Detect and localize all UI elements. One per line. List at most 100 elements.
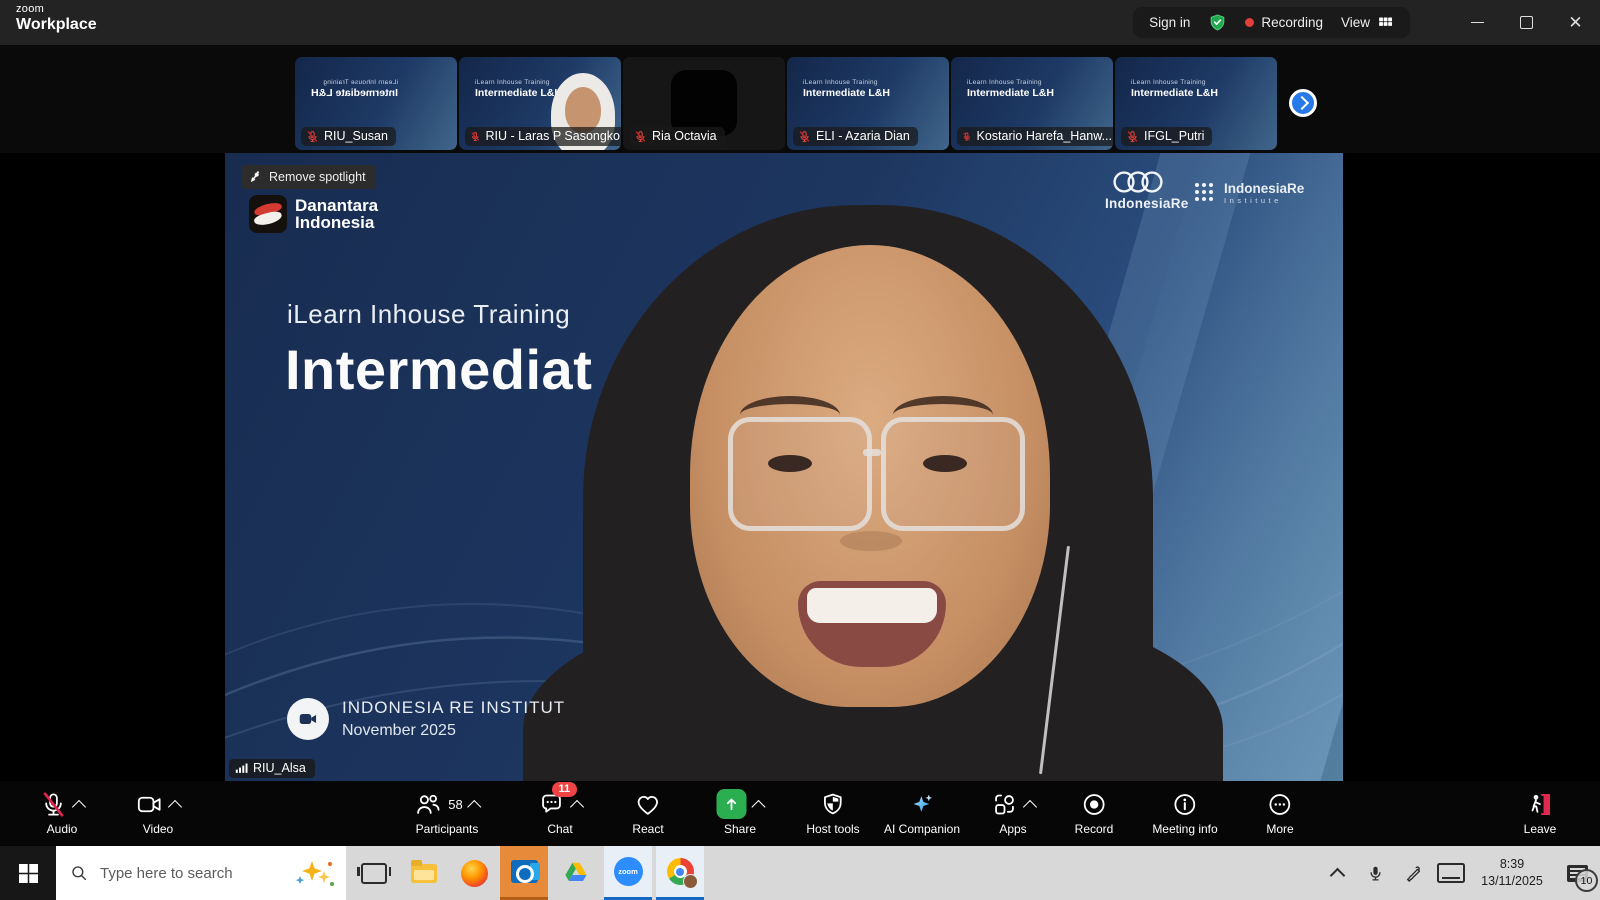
chrome-profile-avatar (683, 874, 698, 889)
participant-tile-riu-susan[interactable]: iLearn Inhouse Training Intermediate L&H… (295, 57, 457, 150)
zoom-app-button[interactable]: zoom (604, 846, 652, 900)
pin-icon (247, 170, 262, 185)
windows-taskbar: zoom 8:39 13/11/2025 (0, 846, 1600, 900)
taskbar-clock[interactable]: 8:39 13/11/2025 (1470, 856, 1554, 891)
slide-title-text: Intermediate L&H (967, 87, 1054, 99)
glasses (881, 417, 1025, 531)
chrome-button[interactable] (656, 846, 704, 900)
participant-tile-azaria[interactable]: iLearn Inhouse Training Intermediate L&H… (787, 57, 949, 150)
shared-slide-mirrored: iLearn Inhouse Training Intermediate L&H (311, 79, 398, 99)
record-icon (1081, 791, 1108, 818)
nose-shadow (840, 531, 902, 551)
clock-date: 13/11/2025 (1470, 873, 1554, 891)
start-button[interactable] (0, 846, 56, 900)
logo-zoom-text: zoom (16, 4, 97, 15)
participant-tile-ria[interactable]: Ria Octavia (623, 57, 785, 150)
recording-indicator[interactable]: Recording (1245, 15, 1323, 30)
hidden-icons-button[interactable] (1318, 866, 1356, 881)
sign-in-button[interactable]: Sign in (1149, 15, 1190, 30)
share-options-caret[interactable] (751, 799, 765, 813)
slide-small-text: iLearn Inhouse Training (311, 79, 398, 86)
participant-name-label: Ria Octavia (629, 127, 725, 146)
chat-button[interactable]: 11 Chat (538, 788, 582, 836)
participants-button[interactable]: 58 Participants (414, 788, 479, 836)
speaker-name-label: RIU_Alsa (229, 759, 315, 778)
tray-microphone-button[interactable] (1356, 864, 1394, 883)
ai-sparkle-icon (908, 791, 935, 818)
security-shield-icon (1208, 13, 1227, 32)
apps-options-caret[interactable] (1023, 799, 1037, 813)
muted-mic-icon (470, 130, 480, 143)
slide-footer: INDONESIA RE INSTITUT November 2025 (287, 698, 565, 740)
chat-options-caret[interactable] (570, 799, 584, 813)
slide-title-text: Intermediate L&H (1131, 87, 1218, 99)
audio-options-caret[interactable] (72, 799, 86, 813)
participant-tile-putri[interactable]: iLearn Inhouse Training Intermediate L&H… (1115, 57, 1277, 150)
leave-door-icon (1526, 791, 1553, 818)
dots-grid-icon (1193, 181, 1217, 205)
shared-slide: iLearn Inhouse Training Intermediate L&H (803, 79, 890, 99)
notification-count-badge: 10 (1575, 869, 1598, 892)
chat-unread-badge: 11 (552, 782, 577, 797)
clock-time: 8:39 (1470, 856, 1554, 874)
audio-button[interactable]: Audio (40, 788, 84, 836)
minimize-icon (1471, 22, 1484, 23)
microphone-icon (1367, 864, 1384, 883)
eye (923, 455, 967, 472)
file-explorer-icon (411, 864, 437, 883)
meeting-info-button[interactable]: Meeting info (1152, 788, 1217, 836)
system-tray: 8:39 13/11/2025 10 (1318, 846, 1600, 900)
remove-spotlight-label: Remove spotlight (269, 170, 366, 184)
record-label: Record (1075, 822, 1114, 836)
indonesiare-circles-icon (1105, 169, 1171, 195)
notification-center-button[interactable]: 10 (1554, 846, 1600, 900)
outlook-button[interactable] (500, 846, 548, 900)
restore-button[interactable] (1502, 0, 1551, 45)
ai-companion-button[interactable]: AI Companion (884, 788, 960, 836)
touch-keyboard-button[interactable] (1432, 863, 1470, 883)
taskbar-search[interactable] (56, 846, 346, 900)
record-button[interactable]: Record (1075, 788, 1114, 836)
participant-name: Ria Octavia (652, 129, 717, 143)
next-participants-button[interactable] (1289, 89, 1317, 117)
mic-muted-icon (40, 791, 67, 818)
video-button[interactable]: Video (136, 788, 180, 836)
meeting-info-label: Meeting info (1152, 822, 1217, 836)
video-options-caret[interactable] (168, 799, 182, 813)
indonesiare-logo: IndonesiaRe (1105, 169, 1189, 211)
participants-options-caret[interactable] (468, 799, 482, 813)
chevron-right-icon (1294, 96, 1308, 110)
share-screen-icon (717, 789, 747, 819)
participant-tile-kostario[interactable]: iLearn Inhouse Training Intermediate L&H… (951, 57, 1113, 150)
search-input[interactable] (98, 864, 284, 883)
file-explorer-button[interactable] (400, 846, 448, 900)
slide-small-text: iLearn Inhouse Training (967, 79, 1054, 86)
leave-button[interactable]: Leave (1524, 788, 1557, 836)
glasses (728, 417, 872, 531)
react-button[interactable]: React (632, 788, 663, 836)
teeth (807, 588, 937, 623)
share-button[interactable]: Share (717, 788, 764, 836)
participants-count: 58 (448, 797, 462, 812)
view-button[interactable]: View (1341, 14, 1394, 31)
remove-spotlight-button[interactable]: Remove spotlight (241, 165, 376, 189)
zoom-workplace-window: zoom Workplace Sign in Recording View ✕ (0, 0, 1600, 900)
close-button[interactable]: ✕ (1551, 0, 1600, 45)
meeting-toolbar: Audio Video 58 Participants (0, 781, 1600, 846)
more-button[interactable]: More (1266, 788, 1293, 836)
windows-ink-button[interactable] (1394, 864, 1432, 883)
apps-button[interactable]: Apps (991, 788, 1035, 836)
google-drive-button[interactable] (552, 846, 600, 900)
muted-mic-icon (1126, 130, 1139, 143)
search-icon (70, 864, 88, 882)
heart-icon (634, 791, 661, 818)
participant-tile-laras[interactable]: iLearn Inhouse Training Intermediate L&H… (459, 57, 621, 150)
firefox-button[interactable] (450, 846, 498, 900)
minimize-button[interactable] (1453, 0, 1502, 45)
shield-icon (819, 791, 846, 818)
host-tools-button[interactable]: Host tools (806, 788, 859, 836)
copilot-sparkles-icon (294, 858, 336, 888)
task-view-button[interactable] (350, 846, 398, 900)
slide-subtitle: iLearn Inhouse Training (287, 299, 570, 330)
danantara-wordmark-line1: Danantara (295, 197, 378, 214)
